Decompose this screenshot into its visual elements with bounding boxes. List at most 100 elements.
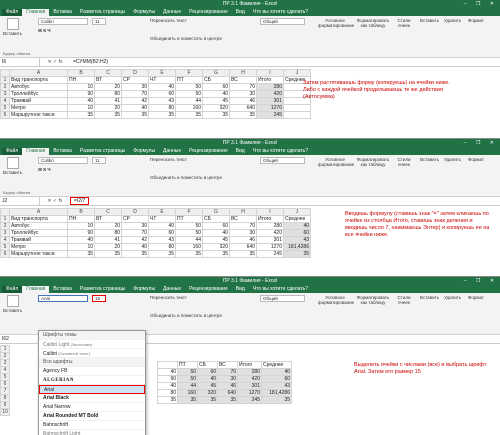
tell-me-search[interactable]: Что вы хотите сделать?	[249, 9, 312, 16]
font-option[interactable]: Arial Narrow	[39, 403, 145, 412]
font-size-select[interactable]: 15	[92, 295, 106, 302]
table-cell[interactable]: 10	[67, 104, 95, 112]
table-cell[interactable]: 60	[148, 229, 176, 237]
col-header[interactable]: B	[67, 208, 95, 216]
table-cell[interactable]: Среднее	[261, 361, 292, 369]
table-cell[interactable]: 35	[67, 250, 95, 258]
table-cell[interactable]: ПН	[67, 215, 95, 223]
tab-page-layout[interactable]: Разметка страницы	[76, 286, 129, 293]
table-cell[interactable]: 40	[157, 382, 178, 390]
table-cell[interactable]: 1270	[237, 389, 262, 397]
table-cell[interactable]: 35	[121, 250, 149, 258]
table-cell[interactable]: 10	[67, 222, 95, 230]
table-cell[interactable]: Итого	[237, 361, 262, 369]
col-header[interactable]: G	[202, 208, 230, 216]
table-cell[interactable]: Маршрутное такси	[9, 111, 68, 119]
font-name-select[interactable]: Arial	[38, 295, 88, 302]
paste-group[interactable]: Вставить	[3, 18, 22, 36]
col-header[interactable]: F	[175, 208, 203, 216]
table-cell[interactable]: 70	[229, 222, 257, 230]
tab-insert[interactable]: Вставка	[49, 148, 76, 155]
table-cell[interactable]: Итого	[256, 76, 284, 84]
wrap-text-button[interactable]: Переносить текст	[150, 157, 187, 162]
table-cell[interactable]: 280	[256, 83, 284, 91]
col-header[interactable]: A	[9, 208, 68, 216]
window-controls[interactable]: – ❐ ✕	[464, 277, 498, 285]
table-cell[interactable]: 40	[157, 368, 178, 376]
table-cell[interactable]: Итого	[256, 215, 284, 223]
table-cell[interactable]: Метро	[9, 243, 68, 251]
row-header[interactable]: 1	[0, 215, 10, 223]
tab-review[interactable]: Рецензирование	[185, 286, 232, 293]
format-cells-button[interactable]: Формат	[468, 157, 484, 162]
tab-view[interactable]: Вид	[232, 148, 249, 155]
col-header[interactable]: I	[256, 69, 284, 77]
col-header[interactable]: E	[148, 208, 176, 216]
table-cell[interactable]: 20	[94, 83, 122, 91]
tab-data[interactable]: Данные	[159, 286, 185, 293]
table-cell[interactable]: 35	[67, 111, 95, 119]
row-header[interactable]: 2	[0, 222, 10, 230]
table-cell[interactable]: 45	[202, 97, 230, 105]
table-cell[interactable]: Вид транспорта	[9, 76, 68, 84]
table-cell[interactable]: СБ	[202, 215, 230, 223]
table-cell[interactable]: 320	[202, 104, 230, 112]
row-header[interactable]: 5	[0, 104, 10, 112]
paste-button[interactable]: Вставить	[3, 170, 22, 175]
font-style-buttons[interactable]: Ж К Ч	[38, 28, 50, 33]
table-cell[interactable]: Трамвай	[9, 236, 68, 244]
insert-cells-button[interactable]: Вставить	[420, 18, 439, 23]
table-cell[interactable]: 35	[175, 111, 203, 119]
table-cell[interactable]: 30	[121, 83, 149, 91]
row-header[interactable]: 1	[0, 76, 10, 84]
table-cell[interactable]: 40	[67, 236, 95, 244]
table-cell[interactable]: 301	[237, 382, 262, 390]
table-cell[interactable]: 30	[229, 90, 257, 98]
table-cell[interactable]: 50	[177, 375, 198, 383]
col-header[interactable]: D	[121, 69, 149, 77]
row-header[interactable]: 9	[0, 401, 10, 409]
table-cell[interactable]: Троллейбус	[9, 229, 68, 237]
delete-cells-button[interactable]: Удалить	[444, 18, 461, 23]
table-cell[interactable]: СР	[121, 215, 149, 223]
table-cell[interactable]: 46	[229, 97, 257, 105]
table-cell[interactable]: СБ	[197, 361, 218, 369]
table-cell[interactable]: 35	[148, 111, 176, 119]
table-cell[interactable]: 301	[256, 236, 284, 244]
paste-group[interactable]: Вставить	[3, 157, 22, 175]
table-cell[interactable]: 43	[283, 236, 311, 244]
table-cell[interactable]: 20	[94, 222, 122, 230]
tab-data[interactable]: Данные	[159, 9, 185, 16]
table-cell[interactable]: 41	[94, 236, 122, 244]
table-cell[interactable]	[157, 361, 178, 369]
format-cells-button[interactable]: Формат	[468, 18, 484, 23]
table-cell[interactable]: 70	[217, 368, 238, 376]
font-option[interactable]: Calibri Light (Заголовки)	[39, 340, 145, 349]
name-box[interactable]: I62	[0, 335, 40, 343]
table-cell[interactable]: ВС	[229, 215, 257, 223]
tab-home[interactable]: Главная	[22, 286, 50, 293]
table-cell[interactable]: 60	[261, 375, 292, 383]
table-cell[interactable]: 35	[229, 111, 257, 119]
paste-button[interactable]: Вставить	[3, 308, 22, 313]
table-cell[interactable]: 181,4286	[283, 243, 311, 251]
col-header[interactable]: D	[121, 208, 149, 216]
table-cell[interactable]: 160	[175, 104, 203, 112]
table-cell[interactable]: Автобус	[9, 222, 68, 230]
table-cell[interactable]: 50	[175, 229, 203, 237]
merge-center-button[interactable]: Объединить и поместить в центре	[150, 36, 222, 41]
table-cell[interactable]: 43	[148, 97, 176, 105]
table-cell[interactable]: 320	[202, 243, 230, 251]
row-header[interactable]: 4	[0, 236, 10, 244]
font-option[interactable]: Bahnschrift Light	[39, 430, 145, 435]
table-cell[interactable]: 35	[148, 250, 176, 258]
tab-review[interactable]: Рецензирование	[185, 9, 232, 16]
col-header[interactable]: H	[229, 69, 257, 77]
delete-cells-button[interactable]: Удалить	[444, 295, 461, 300]
table-cell[interactable]: 70	[121, 90, 149, 98]
row-header[interactable]: 6	[0, 380, 10, 388]
table-cell[interactable]: 80	[148, 104, 176, 112]
col-header[interactable]: A	[9, 69, 68, 77]
tab-review[interactable]: Рецензирование	[185, 148, 232, 155]
cell-styles-button[interactable]: Стили ячеек	[394, 157, 414, 167]
